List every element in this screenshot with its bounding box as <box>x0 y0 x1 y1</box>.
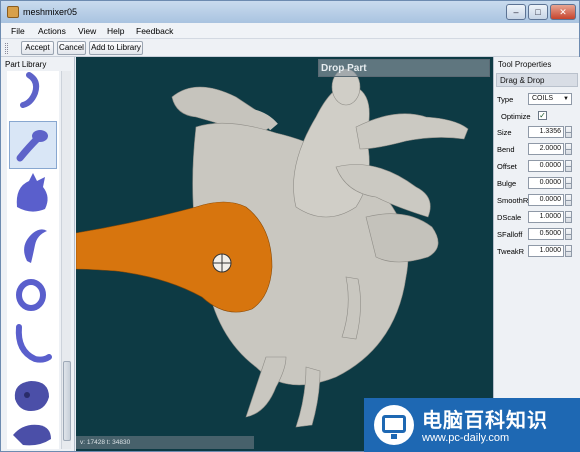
dscale-label: DScale <box>497 213 522 222</box>
ring-thumbnail <box>16 279 46 311</box>
window-title: meshmixer05 <box>23 7 78 17</box>
library-item-creature-head[interactable] <box>9 171 57 219</box>
creature-head-thumbnail <box>16 173 48 212</box>
watermark-url: www.pc-daily.com <box>422 432 510 444</box>
close-icon: ✕ <box>559 7 567 17</box>
app-window: meshmixer05 – □ ✕ File Actions View Help… <box>0 0 580 452</box>
title-bar: meshmixer05 – □ ✕ <box>1 1 579 23</box>
optimize-checkbox[interactable]: ✓ <box>538 111 547 120</box>
add-to-library-button[interactable]: Add to Library <box>89 41 143 55</box>
smoothr-field[interactable]: 0.0000 <box>528 194 564 206</box>
menu-feedback[interactable]: Feedback <box>136 26 173 36</box>
maximize-icon: □ <box>535 7 541 17</box>
dscale-field[interactable]: 1.0000 <box>528 211 564 223</box>
curved-tube-thumbnail <box>20 72 40 108</box>
dscale-spinner[interactable] <box>565 211 572 223</box>
drag-drop-section[interactable]: Drag & Drop <box>496 73 578 87</box>
library-item-arm-part[interactable] <box>9 121 57 169</box>
maximize-button[interactable]: □ <box>528 4 548 20</box>
menu-view[interactable]: View <box>78 26 96 36</box>
toolbar: Accept Cancel Add to Library <box>1 39 579 57</box>
menu-help[interactable]: Help <box>107 26 124 36</box>
library-item-tail[interactable] <box>9 321 57 369</box>
drag-drop-section-label: Drag & Drop <box>500 76 545 85</box>
skull-thumbnail <box>14 381 50 411</box>
arm-part-thumbnail <box>16 130 48 162</box>
tweakr-spinner[interactable] <box>565 245 572 257</box>
library-item-horn[interactable] <box>9 221 57 269</box>
type-dropdown[interactable]: COILS ▼ <box>528 93 572 105</box>
check-icon: ✓ <box>539 111 546 120</box>
offset-spinner[interactable] <box>565 160 572 172</box>
tail-thumbnail <box>15 324 52 363</box>
part-library-panel: Part Library <box>1 57 75 451</box>
offset-label: Offset <box>497 162 517 171</box>
accept-button[interactable]: Accept <box>21 41 54 55</box>
tweakr-label: TweakR <box>497 247 525 256</box>
menu-bar: File Actions View Help Feedback <box>1 23 579 39</box>
3d-viewport[interactable]: Drop Part v: 17428 t: 34830 <box>76 57 493 451</box>
bend-spinner[interactable] <box>565 143 572 155</box>
type-label: Type <box>497 95 514 104</box>
bend-label: Bend <box>497 145 515 154</box>
drop-part-text: Drop Part <box>321 63 367 74</box>
size-spinner[interactable] <box>565 126 572 138</box>
smoothr-label: SmoothR <box>497 196 529 205</box>
horn-thumbnail <box>24 229 47 263</box>
part-library-list <box>7 71 59 449</box>
watermark-banner: 电脑百科知识 www.pc-daily.com <box>364 398 580 452</box>
mesh-model <box>76 68 469 428</box>
tweakr-field[interactable]: 1.0000 <box>528 245 564 257</box>
sfalloff-spinner[interactable] <box>565 228 572 240</box>
type-value: COILS <box>532 95 554 102</box>
menu-file[interactable]: File <box>11 26 25 36</box>
bend-field[interactable]: 2.0000 <box>528 143 564 155</box>
bulge-label: Bulge <box>497 179 517 188</box>
watermark-title: 电脑百科知识 <box>422 410 548 432</box>
drop-part-label: Drop Part <box>318 59 490 77</box>
optimize-label: Optimize <box>501 112 531 121</box>
dragon-head-thumbnail <box>13 424 51 446</box>
library-item-dragon-head[interactable] <box>9 421 57 449</box>
bulge-field[interactable]: 0.0000 <box>528 177 564 189</box>
app-icon <box>7 6 19 18</box>
library-item-skull[interactable] <box>9 371 57 419</box>
chevron-down-icon: ▼ <box>563 96 569 102</box>
sfalloff-label: SFalloff <box>497 230 523 239</box>
offset-field[interactable]: 0.0000 <box>528 160 564 172</box>
bulge-spinner[interactable] <box>565 177 572 189</box>
smoothr-spinner[interactable] <box>565 194 572 206</box>
cancel-button[interactable]: Cancel <box>57 41 86 55</box>
size-label: Size <box>497 128 512 137</box>
sfalloff-field[interactable]: 0.5000 <box>528 228 564 240</box>
library-item-curved-tube[interactable] <box>9 71 57 119</box>
tool-properties-title: Tool Properties <box>498 60 552 69</box>
tool-properties-panel: Tool Properties Drag & Drop Type COILS ▼… <box>493 57 580 451</box>
monitor-logo-icon <box>374 405 414 445</box>
size-field[interactable]: 1.3356 <box>528 126 564 138</box>
minimize-button[interactable]: – <box>506 4 526 20</box>
part-library-scrollbar[interactable] <box>61 71 71 449</box>
scrollbar-thumb[interactable] <box>63 361 71 441</box>
menu-actions[interactable]: Actions <box>38 26 66 36</box>
close-button[interactable]: ✕ <box>550 4 576 20</box>
part-library-title: Part Library <box>5 60 47 69</box>
mesh-stats: v: 17428 t: 34830 <box>76 436 254 449</box>
toolbar-grip[interactable] <box>5 43 8 54</box>
library-item-ring[interactable] <box>9 271 57 319</box>
minimize-icon: – <box>513 7 519 17</box>
